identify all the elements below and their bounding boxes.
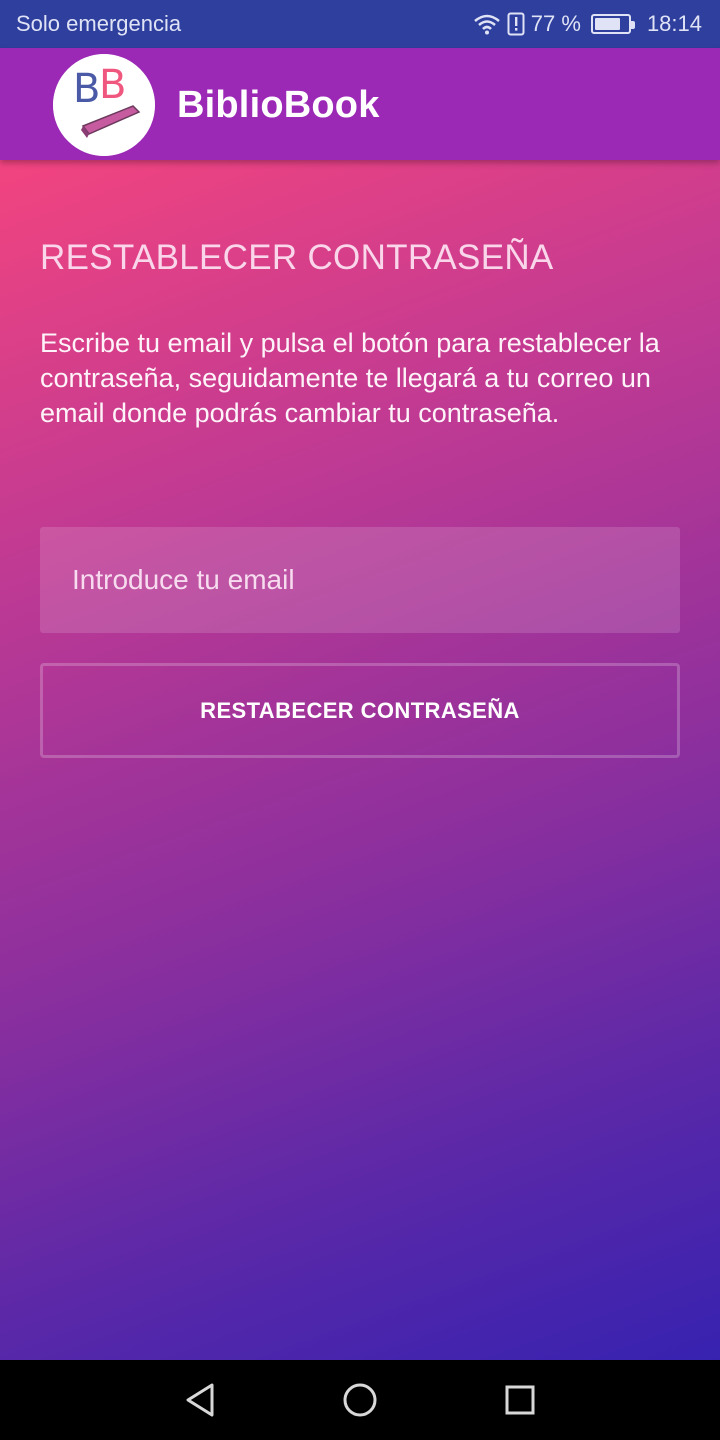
email-input[interactable] [40,527,680,633]
wifi-icon [473,13,501,35]
clock: 18:14 [646,11,702,36]
status-bar: Solo emergencia 77 % 18:14 [0,0,720,48]
instructions-text: Escribe tu email y pulsa el botón para r… [40,328,660,428]
carrier-label: Solo emergencia [16,11,182,36]
battery-icon [590,14,635,34]
svg-text:B: B [73,66,100,112]
battery-percent: 77 % [530,11,581,36]
reset-password-screen: RESTABLECER CONTRASEÑA Escribe tu email … [0,160,720,1360]
app-title: BiblioBook [177,84,380,126]
recents-icon[interactable] [502,1382,538,1418]
bibliobook-logo: B B [53,54,155,156]
page-title: RESTABLECER CONTRASEÑA [40,238,554,277]
home-icon[interactable] [342,1382,378,1418]
app-bar: B B BiblioBook [0,48,720,160]
svg-text:B: B [99,62,126,108]
reset-password-button[interactable]: RESTABECER CONTRASEÑA [40,663,680,758]
status-icons: 77 % 18:14 [473,11,702,37]
alert-icon [507,12,525,36]
battery-level-fill [594,18,620,30]
system-nav-bar [0,1360,720,1440]
back-icon[interactable] [182,1382,218,1418]
